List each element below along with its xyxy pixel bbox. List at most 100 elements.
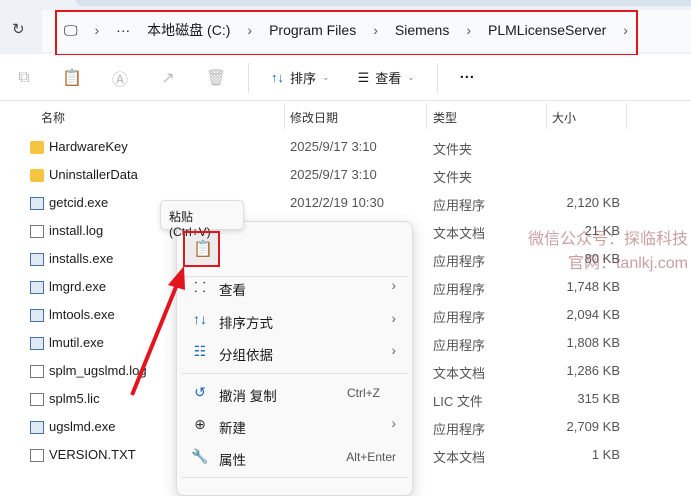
chevron-down-icon: ⌄ (407, 72, 415, 82)
exe-icon (30, 309, 44, 322)
menu-shortcut: Ctrl+Z (347, 386, 380, 400)
column-size[interactable]: 大小 (552, 109, 576, 126)
file-type: 文本文档 (433, 450, 486, 465)
txt-icon (30, 449, 44, 462)
menu-label: 撤消 复制 (219, 389, 277, 404)
file-type: 文本文档 (433, 366, 486, 381)
refresh-icon[interactable]: ↻ (12, 20, 25, 38)
column-divider[interactable] (626, 103, 627, 129)
wrench-icon: 🔧 (191, 448, 209, 464)
chevron-right-icon: › (391, 278, 397, 293)
file-size: 2,094 KB (566, 307, 621, 322)
txt-icon (30, 393, 44, 406)
watermark-line1: 微信公众号：探临科技 (528, 231, 689, 248)
file-size: 2,120 KB (566, 195, 621, 210)
file-name: VERSION.TXT (49, 447, 136, 462)
file-size: 1 KB (591, 447, 620, 462)
sort-icon: ↑↓ (193, 311, 207, 327)
column-type[interactable]: 类型 (433, 109, 457, 126)
paste-tooltip: 粘贴 (Ctrl+V) (160, 200, 244, 239)
view-button[interactable]: ☰ 查看 ⌄ (358, 68, 415, 87)
menu-item-undo-copy[interactable]: ↺ 撤消 复制 Ctrl+Z (177, 377, 412, 409)
exe-icon (30, 197, 44, 210)
menu-item-properties[interactable]: 🔧 属性 Alt+Enter (177, 441, 412, 473)
new-icon: ⊕ (194, 416, 206, 432)
menu-label: 新建 (219, 421, 246, 436)
file-size: 1,286 KB (566, 363, 621, 378)
list-icon: ☰ (357, 69, 370, 85)
file-date: 2025/9/17 3:10 (290, 167, 377, 182)
menu-label: 排序方式 (219, 316, 273, 331)
menu-label: 分组依据 (219, 348, 273, 363)
chevron-right-icon: › (391, 311, 397, 326)
menu-item-new[interactable]: ⊕ 新建 › (177, 409, 412, 441)
file-date: 2012/2/19 10:30 (290, 195, 384, 210)
menu-item-sort[interactable]: ↑↓ 排序方式 › (177, 304, 412, 336)
delete-icon[interactable]: 🗑 (192, 68, 240, 88)
txt-icon (30, 365, 44, 378)
file-name: UninstallerData (49, 167, 138, 182)
command-bar: ⧉ 📋 Ⓐ ↗ 🗑 ↑↓ 排序 ⌄ ☰ 查看 ⌄ ··· (0, 55, 691, 101)
title-bar: ↻ 🖵 › ··· 本地磁盘 (C:) › Program Files › Si… (0, 0, 691, 56)
file-name: HardwareKey (49, 139, 128, 154)
file-type: 应用程序 (433, 422, 486, 437)
file-date: 2025/9/17 3:10 (290, 139, 377, 154)
menu-item-view[interactable]: ⸬ 查看 › (177, 271, 412, 303)
sort-button[interactable]: ↑↓ 排序 ⌄ (271, 68, 330, 87)
menu-item-group[interactable]: ☷ 分组依据 › (177, 336, 412, 368)
file-row[interactable]: getcid.exe 2012/2/19 10:30 应用程序 2,120 KB (0, 189, 691, 217)
share-icon[interactable]: ↗ (144, 68, 192, 88)
menu-divider (181, 477, 408, 478)
view-label: 查看 (375, 71, 402, 86)
grid-icon: ⸬ (194, 279, 206, 295)
file-size: 2,709 KB (566, 419, 621, 434)
menu-divider (181, 373, 408, 374)
column-date[interactable]: 修改日期 (290, 109, 338, 126)
menu-label: 属性 (219, 453, 246, 468)
watermark-line2: 官网：tanlkj.com (567, 255, 688, 272)
txt-icon (30, 225, 44, 238)
sort-label: 排序 (290, 71, 317, 86)
exe-icon (30, 421, 44, 434)
rename-icon[interactable]: Ⓐ (96, 66, 144, 90)
column-header: 名称 修改日期 类型 大小 (0, 103, 691, 129)
folder-icon (30, 169, 44, 182)
file-name: installs.exe (49, 251, 114, 266)
chevron-right-icon: › (391, 343, 397, 358)
file-row[interactable]: HardwareKey 2025/9/17 3:10 文件夹 (0, 133, 691, 161)
paste-icon[interactable]: 📋 (48, 68, 96, 88)
file-type: LIC 文件 (433, 394, 483, 409)
file-name: lmgrd.exe (49, 279, 107, 294)
file-type: 应用程序 (433, 282, 486, 297)
column-divider[interactable] (284, 103, 285, 129)
highlight-box (55, 10, 638, 56)
file-name: lmtools.exe (49, 307, 115, 322)
column-name[interactable]: 名称 (41, 109, 65, 126)
column-divider[interactable] (426, 103, 427, 129)
exe-icon (30, 281, 44, 294)
tab-strip (76, 0, 691, 6)
file-type: 文本文档 (433, 226, 486, 241)
file-size: 1,748 KB (566, 279, 621, 294)
file-type: 文件夹 (433, 170, 473, 185)
undo-icon: ↺ (194, 384, 206, 400)
chevron-down-icon: ⌄ (322, 72, 330, 82)
sort-icon: ↑↓ (271, 70, 284, 85)
file-size: 315 KB (577, 391, 620, 406)
menu-label: 查看 (219, 283, 246, 298)
copy-icon[interactable]: ⧉ (0, 69, 48, 87)
file-name: getcid.exe (49, 195, 109, 210)
highlight-box (183, 231, 220, 267)
column-divider[interactable] (546, 103, 547, 129)
exe-icon (30, 337, 44, 350)
file-type: 应用程序 (433, 310, 486, 325)
file-size: 1,808 KB (566, 335, 621, 350)
chevron-right-icon: › (391, 416, 397, 431)
more-button[interactable]: ··· (460, 69, 475, 86)
file-row[interactable]: UninstallerData 2025/9/17 3:10 文件夹 (0, 161, 691, 189)
file-name: splm5.lic (49, 391, 100, 406)
exe-icon (30, 253, 44, 266)
divider (436, 62, 438, 93)
file-type: 文件夹 (433, 142, 473, 157)
divider (248, 62, 249, 93)
